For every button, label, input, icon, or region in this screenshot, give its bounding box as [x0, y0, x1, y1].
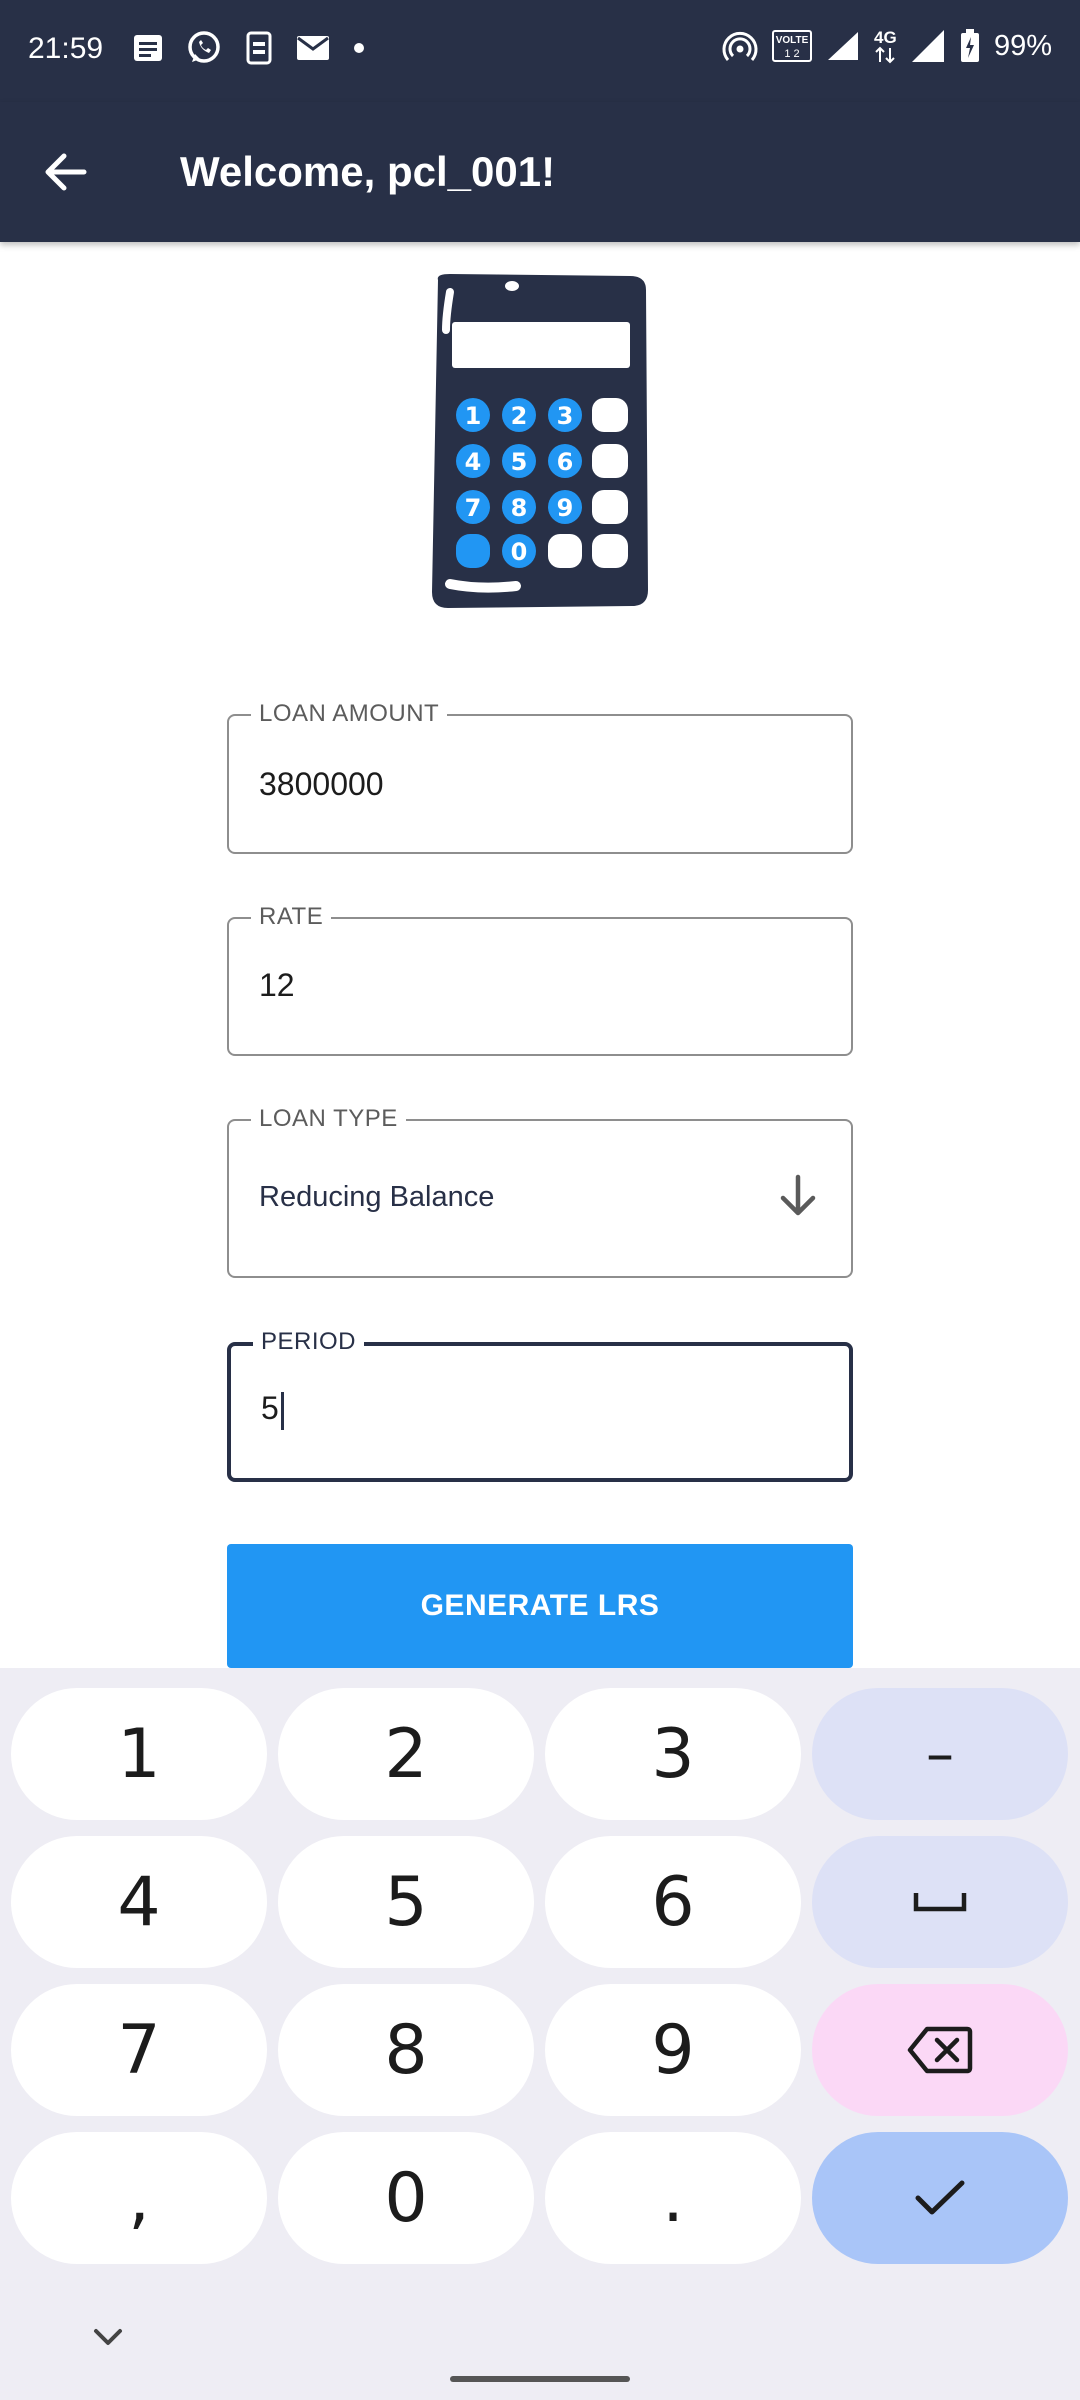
- battery-percentage: 99%: [993, 29, 1052, 62]
- svg-text:0: 0: [511, 538, 528, 566]
- svg-text:1: 1: [465, 402, 482, 430]
- rate-input[interactable]: 12: [259, 967, 295, 1004]
- svg-text:6: 6: [557, 448, 574, 476]
- svg-text:4G: 4G: [874, 28, 897, 47]
- sim-toolkit-icon: [244, 31, 274, 65]
- space-icon: [910, 1887, 970, 1917]
- svg-text:8: 8: [511, 494, 528, 522]
- generate-lrs-button[interactable]: GENERATE LRS: [227, 1544, 853, 1668]
- svg-text:7: 7: [465, 494, 482, 522]
- loan-amount-input[interactable]: 3800000: [259, 766, 384, 803]
- period-value: 5: [261, 1390, 279, 1426]
- mail-icon: [296, 34, 330, 62]
- message-icon: [132, 33, 164, 63]
- svg-text:1 2: 1 2: [784, 48, 799, 60]
- key-4[interactable]: 4: [11, 1836, 267, 1968]
- backspace-icon: [907, 2025, 973, 2075]
- back-button[interactable]: [38, 144, 94, 200]
- period-input[interactable]: 5: [261, 1390, 284, 1430]
- calculator-icon: 1 2 3 4 5 6 7 8 9 0: [420, 272, 660, 612]
- svg-text:5: 5: [511, 448, 528, 476]
- check-icon: [913, 2178, 967, 2218]
- svg-text:4: 4: [465, 448, 482, 476]
- period-label: PERIOD: [253, 1328, 365, 1356]
- status-bar: 21:59 VOLTE 1 2 4G 99%: [0, 0, 1080, 102]
- loan-amount-label: LOAN AMOUNT: [251, 700, 448, 728]
- svg-text:VOLTE: VOLTE: [776, 35, 809, 46]
- key-space[interactable]: [812, 1836, 1068, 1968]
- battery-icon: [960, 29, 980, 63]
- arrow-left-icon: [38, 144, 94, 200]
- signal-icon: [826, 30, 860, 62]
- rate-label: RATE: [251, 903, 332, 931]
- key-dash[interactable]: –: [812, 1688, 1068, 1820]
- volte-icon: VOLTE 1 2: [771, 30, 812, 62]
- page-title: Welcome, pcl_001!: [180, 148, 556, 195]
- loan-type-value: Reducing Balance: [259, 1181, 495, 1213]
- key-5[interactable]: 5: [278, 1836, 534, 1968]
- loan-amount-field[interactable]: LOAN AMOUNT 3800000: [227, 700, 853, 854]
- key-0[interactable]: 0: [278, 2132, 534, 2264]
- key-backspace[interactable]: [812, 1984, 1068, 2116]
- svg-text:3: 3: [557, 402, 574, 430]
- key-7[interactable]: 7: [11, 1984, 267, 2116]
- rate-field[interactable]: RATE 12: [227, 903, 853, 1056]
- period-field[interactable]: PERIOD 5: [227, 1328, 853, 1482]
- app-bar: Welcome, pcl_001!: [0, 102, 1080, 242]
- numeric-keyboard: 1 2 3 – 4 5 6 7 8 9 , 0 .: [0, 1668, 1080, 2400]
- loan-type-select[interactable]: LOAN TYPE Reducing Balance: [227, 1105, 853, 1278]
- svg-text:9: 9: [557, 494, 574, 522]
- arrow-down-icon[interactable]: [775, 1173, 821, 1219]
- key-8[interactable]: 8: [278, 1984, 534, 2116]
- key-dot[interactable]: .: [545, 2132, 801, 2264]
- whatsapp-icon: [186, 30, 222, 66]
- key-9[interactable]: 9: [545, 1984, 801, 2116]
- key-6[interactable]: 6: [545, 1836, 801, 1968]
- key-done[interactable]: [812, 2132, 1068, 2264]
- key-3[interactable]: 3: [545, 1688, 801, 1820]
- key-comma[interactable]: ,: [11, 2132, 267, 2264]
- svg-text:2: 2: [511, 402, 528, 430]
- dot-icon: [352, 41, 366, 55]
- hotspot-icon: [722, 29, 758, 63]
- chevron-down-icon[interactable]: [88, 2322, 128, 2352]
- notification-icons: [132, 30, 366, 66]
- signal-4g-icon: 4G: [874, 28, 946, 64]
- key-2[interactable]: 2: [278, 1688, 534, 1820]
- text-cursor: [280, 1391, 284, 1430]
- loan-type-label: LOAN TYPE: [251, 1105, 406, 1133]
- key-1[interactable]: 1: [11, 1688, 267, 1820]
- home-indicator[interactable]: [450, 2376, 630, 2382]
- status-time: 21:59: [28, 32, 104, 65]
